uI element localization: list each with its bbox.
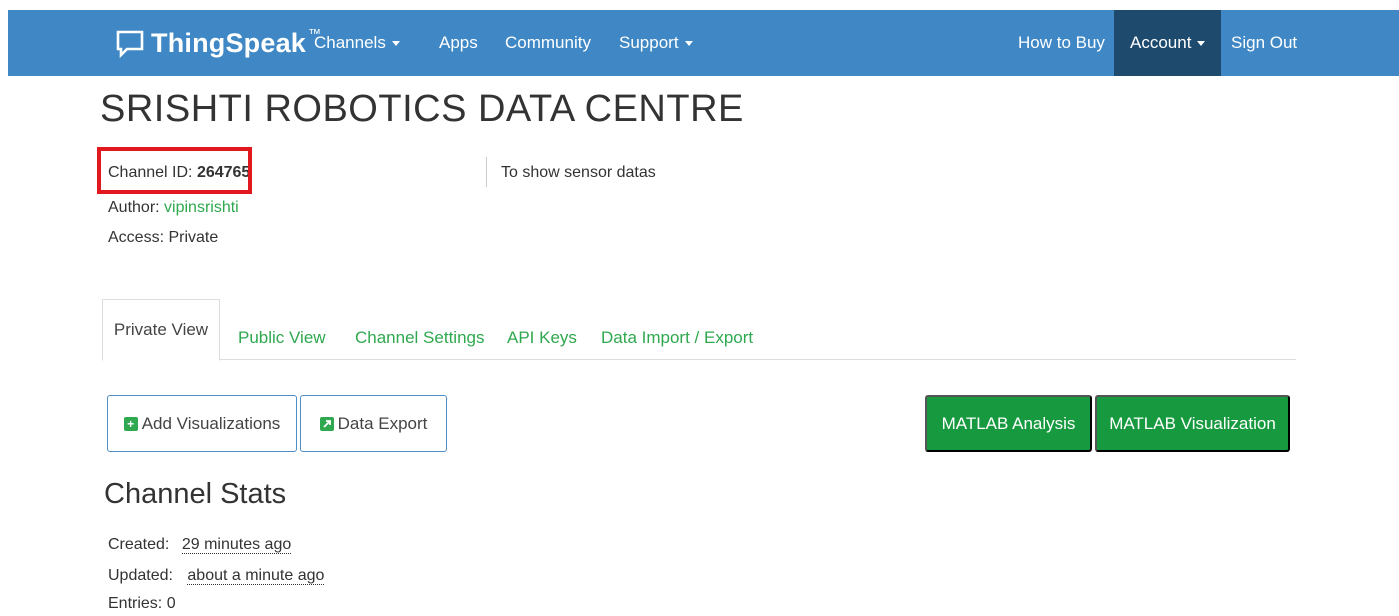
tab-channel-settings-label: Channel Settings xyxy=(355,328,485,347)
tab-data-import-export-label: Data Import / Export xyxy=(601,328,754,347)
channel-title: SRISHTI ROBOTICS DATA CENTRE xyxy=(100,88,744,130)
channel-description: To show sensor datas xyxy=(501,164,656,181)
plus-square-icon: + xyxy=(123,416,138,431)
tab-public-view[interactable]: Public View xyxy=(238,316,326,360)
nav-apps[interactable]: Apps xyxy=(439,10,478,76)
arrow-icon xyxy=(322,419,331,428)
external-link-square-icon xyxy=(319,416,334,431)
brand-name: ThingSpeak xyxy=(151,27,307,58)
nav-support-dropdown[interactable]: Support xyxy=(619,10,693,76)
stat-created-row: Created: 29 minutes ago xyxy=(108,536,292,554)
top-navbar: ThingSpeak ™ Channels Apps Community Sup… xyxy=(8,10,1399,76)
access-value: Private xyxy=(168,229,219,246)
nav-channels-label: Channels xyxy=(314,33,386,52)
nav-how-to-buy-label: How to Buy xyxy=(1018,33,1105,52)
matlab-analysis-button[interactable]: MATLAB Analysis xyxy=(925,395,1092,452)
tab-private-view-label: Private View xyxy=(113,320,209,339)
nav-community-label: Community xyxy=(505,33,591,52)
nav-account-label: Account xyxy=(1130,33,1192,52)
author-label: Author: xyxy=(108,199,165,216)
add-visualizations-button[interactable]: + Add Visualizations xyxy=(107,395,297,452)
tab-public-view-label: Public View xyxy=(238,328,326,347)
brand-logo-link[interactable]: ThingSpeak ™ xyxy=(115,10,321,76)
stat-entries-value: 0 xyxy=(166,595,176,612)
nav-support-label: Support xyxy=(619,33,679,52)
author-row: Author: vipinsrishti xyxy=(108,199,239,217)
access-row: Access: Private xyxy=(108,229,218,247)
channel-id-highlight xyxy=(97,147,252,194)
stat-entries-label: Entries: xyxy=(108,595,167,612)
nav-apps-label: Apps xyxy=(439,33,478,52)
nav-channels-dropdown[interactable]: Channels xyxy=(314,10,400,76)
meta-divider xyxy=(486,157,487,187)
stat-entries-row: Entries: 0 xyxy=(108,595,176,613)
stat-updated-row: Updated: about a minute ago xyxy=(108,567,325,585)
caret-down-icon xyxy=(684,40,693,46)
nav-sign-out[interactable]: Sign Out xyxy=(1231,10,1297,76)
caret-down-icon xyxy=(1197,40,1206,46)
data-export-button[interactable]: Data Export xyxy=(300,395,447,452)
chat-bubble-icon xyxy=(116,30,144,58)
tab-channel-settings[interactable]: Channel Settings xyxy=(355,316,484,360)
channel-stats-heading: Channel Stats xyxy=(104,478,287,510)
matlab-visualization-button[interactable]: MATLAB Visualization xyxy=(1095,395,1290,452)
tab-data-import-export[interactable]: Data Import / Export xyxy=(601,316,753,360)
stat-updated-value: about a minute ago xyxy=(187,567,325,585)
nav-sign-out-label: Sign Out xyxy=(1231,33,1298,52)
tab-private-view[interactable]: Private View xyxy=(102,299,220,361)
author-link[interactable]: vipinsrishti xyxy=(164,199,239,216)
tab-api-keys[interactable]: API Keys xyxy=(507,316,577,360)
nav-community[interactable]: Community xyxy=(505,10,591,76)
matlab-visualization-label: MATLAB Visualization xyxy=(1109,413,1276,433)
caret-down-icon xyxy=(391,40,400,46)
stat-updated-label: Updated: xyxy=(108,567,173,584)
nav-account-dropdown[interactable]: Account xyxy=(1114,10,1222,76)
stat-created-label: Created: xyxy=(108,536,170,553)
top-strip xyxy=(0,0,1399,10)
nav-how-to-buy[interactable]: How to Buy xyxy=(1018,10,1105,76)
matlab-analysis-label: MATLAB Analysis xyxy=(941,413,1076,433)
data-export-label: Data Export xyxy=(337,413,428,433)
add-visualizations-label: Add Visualizations xyxy=(141,413,281,433)
access-label: Access: xyxy=(108,229,169,246)
stat-created-value: 29 minutes ago xyxy=(181,536,292,554)
tab-api-keys-label: API Keys xyxy=(507,328,577,347)
